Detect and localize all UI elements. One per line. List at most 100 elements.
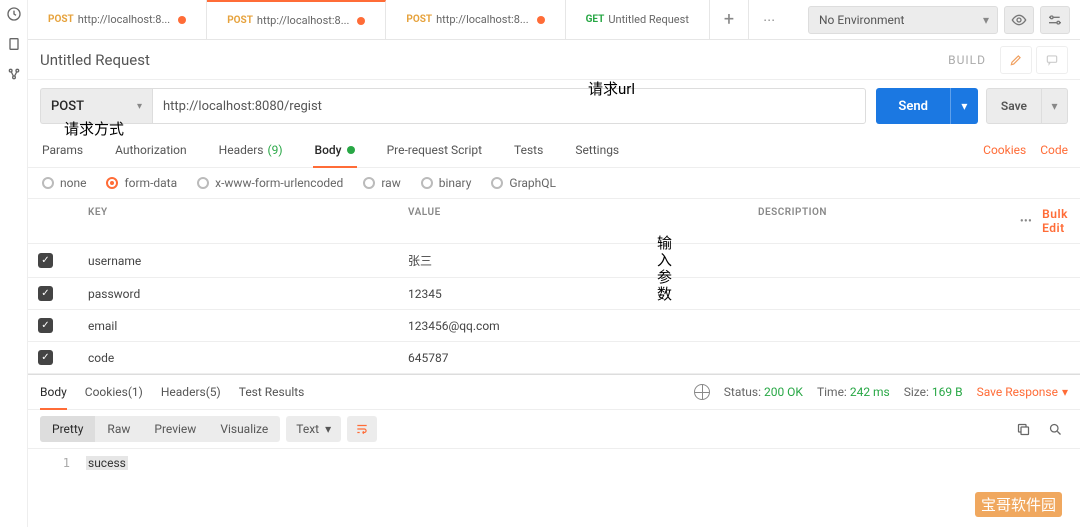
request-url-row: POST Send ▾ Save ▾ 请求url 请求方式 xyxy=(28,80,1080,132)
row-checkbox[interactable] xyxy=(38,253,53,268)
line-number: 1 xyxy=(28,453,86,473)
format-dropdown[interactable]: Text ▾ xyxy=(286,416,341,442)
tab-prerequest[interactable]: Pre-request Script xyxy=(385,132,484,167)
tab-label: http://localhost:8... xyxy=(78,13,171,26)
cell-value[interactable]: 645787 xyxy=(398,342,748,373)
watermark: 宝哥软件园 xyxy=(975,492,1062,517)
save-dropdown[interactable]: ▾ xyxy=(1042,88,1068,124)
build-label: BUILD xyxy=(948,53,986,67)
cell-description[interactable] xyxy=(748,342,1010,373)
col-key: KEY xyxy=(78,199,398,243)
body-type-row: none form-data x-www-form-urlencoded raw… xyxy=(28,168,1080,198)
top-bar: POST http://localhost:8... POST http://l… xyxy=(28,0,1080,40)
resp-tab-headers[interactable]: Headers (5) xyxy=(161,375,221,409)
cell-key[interactable]: code xyxy=(78,342,398,373)
row-checkbox[interactable] xyxy=(38,318,53,333)
cell-value[interactable]: 12345 xyxy=(398,278,748,309)
code-link[interactable]: Code xyxy=(1040,143,1068,157)
collections-icon[interactable] xyxy=(6,36,22,52)
tab-method: POST xyxy=(48,14,74,25)
tab-tests[interactable]: Tests xyxy=(512,132,545,167)
save-response-dropdown[interactable]: Save Response ▾ xyxy=(977,385,1068,399)
col-value: VALUE xyxy=(398,199,748,243)
cell-key[interactable]: email xyxy=(78,310,398,341)
cell-value[interactable]: 张三 xyxy=(398,244,748,277)
response-toolbar: Pretty Raw Preview Visualize Text ▾ xyxy=(28,410,1080,449)
copy-icon[interactable] xyxy=(1010,416,1036,442)
tab-settings[interactable]: Settings xyxy=(573,132,621,167)
env-settings-button[interactable] xyxy=(1040,6,1070,34)
cell-value[interactable]: 123456@qq.com xyxy=(398,310,748,341)
apis-icon[interactable] xyxy=(6,66,22,82)
table-row[interactable]: email 123456@qq.com xyxy=(28,310,1080,342)
tab-label: http://localhost:8... xyxy=(257,14,350,27)
view-raw[interactable]: Raw xyxy=(95,416,142,442)
table-options-icon[interactable]: ••• xyxy=(1020,216,1032,227)
tab-overflow-button[interactable]: ⋯ xyxy=(749,0,789,39)
table-row[interactable]: password 12345 xyxy=(28,278,1080,310)
body-type-raw[interactable]: raw xyxy=(363,176,400,190)
left-rail xyxy=(0,0,28,527)
comment-icon[interactable] xyxy=(1036,46,1068,74)
edit-icon[interactable] xyxy=(1000,46,1032,74)
body-type-binary[interactable]: binary xyxy=(421,176,472,190)
row-checkbox[interactable] xyxy=(38,350,53,365)
view-pretty[interactable]: Pretty xyxy=(40,416,95,442)
unsaved-dot-icon xyxy=(357,17,365,25)
body-type-none[interactable]: none xyxy=(42,176,86,190)
main-panel: POST http://localhost:8... POST http://l… xyxy=(28,0,1080,527)
table-row[interactable]: code 645787 xyxy=(28,342,1080,374)
save-button[interactable]: Save xyxy=(986,88,1042,124)
environment-area: No Environment xyxy=(798,0,1080,39)
body-type-formdata[interactable]: form-data xyxy=(106,176,177,190)
body-active-dot-icon xyxy=(347,146,355,154)
cookies-link[interactable]: Cookies xyxy=(983,143,1026,157)
tab-item[interactable]: GET Untitled Request xyxy=(566,0,710,39)
send-button[interactable]: Send xyxy=(876,88,950,124)
tab-params[interactable]: Params xyxy=(40,132,85,167)
cell-key[interactable]: password xyxy=(78,278,398,309)
cell-key[interactable]: username xyxy=(78,244,398,277)
tab-method: POST xyxy=(406,14,432,25)
bulk-edit-link[interactable]: Bulk Edit xyxy=(1042,207,1070,235)
cell-description[interactable] xyxy=(748,310,1010,341)
view-mode-segmented: Pretty Raw Preview Visualize xyxy=(40,416,280,442)
tab-headers[interactable]: Headers(9) xyxy=(217,132,285,167)
title-row: Untitled Request BUILD xyxy=(28,40,1080,80)
env-preview-button[interactable] xyxy=(1004,6,1034,34)
view-visualize[interactable]: Visualize xyxy=(208,416,280,442)
history-icon[interactable] xyxy=(6,6,22,22)
response-meta: Status: 200 OK Time: 242 ms Size: 169 B … xyxy=(694,384,1068,400)
unsaved-dot-icon xyxy=(178,16,186,24)
globe-icon[interactable] xyxy=(694,384,710,400)
body-type-graphql[interactable]: GraphQL xyxy=(491,176,556,190)
col-description: DESCRIPTION xyxy=(748,199,1010,243)
request-title[interactable]: Untitled Request xyxy=(40,51,948,69)
new-tab-button[interactable]: + xyxy=(710,0,749,39)
view-preview[interactable]: Preview xyxy=(142,416,208,442)
wrap-lines-button[interactable] xyxy=(347,416,377,442)
table-row[interactable]: username 张三 xyxy=(28,244,1080,278)
cell-description[interactable] xyxy=(748,244,1010,277)
resp-tab-cookies[interactable]: Cookies (1) xyxy=(85,375,143,409)
tab-authorization[interactable]: Authorization xyxy=(113,132,189,167)
tab-body[interactable]: Body xyxy=(313,132,357,167)
send-dropdown[interactable]: ▾ xyxy=(950,88,978,124)
search-icon[interactable] xyxy=(1042,416,1068,442)
resp-tab-body[interactable]: Body xyxy=(40,375,67,409)
response-body: 1 sucess xyxy=(28,449,1080,477)
environment-select[interactable]: No Environment xyxy=(808,6,998,34)
method-dropdown[interactable]: POST xyxy=(40,88,152,124)
tab-method: POST xyxy=(227,15,253,26)
tab-item[interactable]: POST http://localhost:8... xyxy=(28,0,207,39)
row-checkbox[interactable] xyxy=(38,286,53,301)
tab-item-active[interactable]: POST http://localhost:8... xyxy=(207,0,386,39)
response-text[interactable]: sucess xyxy=(86,453,128,473)
tab-item[interactable]: POST http://localhost:8... xyxy=(386,0,565,39)
tab-label: Untitled Request xyxy=(608,13,689,26)
cell-description[interactable] xyxy=(748,278,1010,309)
body-type-urlencoded[interactable]: x-www-form-urlencoded xyxy=(197,176,343,190)
resp-tab-testresults[interactable]: Test Results xyxy=(239,375,305,409)
request-subtabs: Params Authorization Headers(9) Body Pre… xyxy=(28,132,1080,168)
url-input[interactable] xyxy=(152,88,866,124)
